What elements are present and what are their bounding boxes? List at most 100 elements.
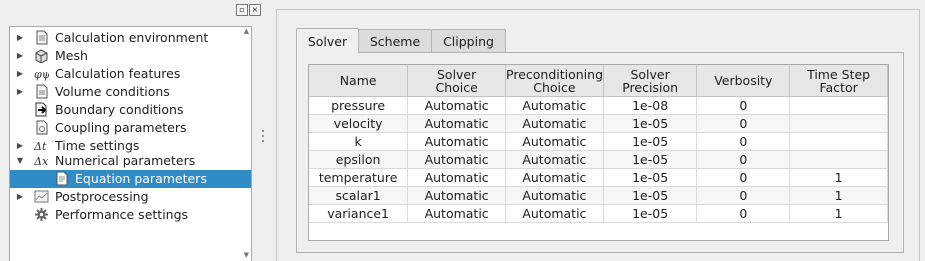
float-dock-icon[interactable]: ▫ [236, 4, 248, 16]
splitter-handle[interactable] [262, 130, 266, 146]
tree-item-performance-settings[interactable]: Performance settings [10, 206, 251, 224]
table-row[interactable]: pressure Automatic Automatic 1e-08 0 [309, 96, 888, 115]
boundary-arrow-icon [34, 102, 49, 117]
chart-icon [34, 189, 49, 204]
table-cell[interactable]: 1e-05 [602, 186, 698, 205]
table-cell[interactable]: 1e-05 [602, 132, 698, 151]
column-header-label: Name [339, 73, 377, 88]
table-cell[interactable]: Automatic [505, 132, 604, 151]
table-cell[interactable]: 0 [696, 186, 791, 205]
table-cell[interactable] [789, 96, 888, 115]
table-cell[interactable]: 0 [696, 150, 791, 169]
table-cell[interactable]: Automatic [505, 186, 604, 205]
table-cell[interactable]: Automatic [505, 204, 604, 223]
variable-name-cell: variance1 [309, 204, 409, 223]
table-cell[interactable]: Automatic [505, 96, 604, 115]
variable-name-cell: scalar1 [309, 186, 409, 205]
expand-arrow-icon[interactable]: ▶ [14, 83, 26, 101]
column-header-label: Time Step [807, 66, 871, 82]
tree-scrollbar[interactable]: ▲ ▼ [241, 27, 251, 261]
column-header[interactable]: Time Step Factor [789, 65, 888, 97]
tree-item-label: Calculation environment [55, 30, 209, 45]
table-cell[interactable]: Automatic [505, 168, 604, 187]
variable-name-cell: temperature [309, 168, 409, 187]
table-cell[interactable] [789, 150, 888, 169]
column-header-label: Choice [435, 79, 478, 95]
table-row[interactable]: k Automatic Automatic 1e-05 0 [309, 132, 888, 151]
column-header[interactable]: Name [309, 65, 409, 97]
gear-icon [34, 207, 49, 222]
table-cell[interactable]: 1e-05 [602, 150, 698, 169]
tree-item-calculation-environment[interactable]: ▶ Calculation environment [10, 29, 251, 47]
tree-item-postprocessing[interactable]: ▶ Postprocessing [10, 188, 251, 206]
svg-text:Δx: Δx [34, 155, 49, 168]
tree-item-volume-conditions[interactable]: ▶ Volume conditions [10, 83, 251, 101]
column-header-label: Precision [622, 79, 679, 95]
table-cell[interactable]: 0 [696, 204, 791, 223]
tree-item-boundary-conditions[interactable]: Boundary conditions [10, 101, 251, 119]
tree-item-label: Equation parameters [75, 171, 207, 186]
table-cell[interactable]: 0 [696, 114, 791, 133]
table-row[interactable]: epsilon Automatic Automatic 1e-05 0 [309, 150, 888, 169]
coupling-document-icon [34, 120, 49, 135]
expand-arrow-icon[interactable]: ▶ [14, 47, 26, 65]
table-cell[interactable] [789, 114, 888, 133]
table-cell[interactable]: 1 [789, 204, 888, 223]
tab-clipping[interactable]: Clipping [431, 29, 506, 52]
solver-tab-panel: Name Solver Choice Preconditioning Choice Sol… [296, 52, 904, 253]
expand-arrow-icon[interactable]: ▶ [14, 188, 26, 206]
table-cell[interactable]: 0 [696, 132, 791, 151]
mesh-cube-icon [34, 48, 49, 64]
column-header[interactable]: Solver Choice [407, 65, 507, 97]
table-cell[interactable]: 0 [696, 168, 791, 187]
table-cell[interactable]: Automatic [407, 114, 507, 133]
tree-item-label: Coupling parameters [55, 120, 187, 135]
volume-document-icon [34, 84, 49, 99]
column-header[interactable]: Verbosity [696, 65, 791, 97]
column-header[interactable]: Solver Precision [602, 65, 698, 97]
column-header-label: Solver [436, 66, 477, 82]
tab-solver[interactable]: Solver [296, 28, 359, 53]
table-cell[interactable]: 1e-05 [602, 168, 698, 187]
tree-item-calculation-features[interactable]: ▶ φψ Calculation features [10, 65, 251, 83]
phi-psi-icon: φψ [34, 66, 51, 81]
table-cell[interactable]: Automatic [407, 168, 507, 187]
solver-table: Name Solver Choice Preconditioning Choice Sol… [308, 64, 889, 241]
tree-item-coupling-parameters[interactable]: Coupling parameters [10, 119, 251, 137]
column-header-label: Factor [819, 79, 858, 95]
expand-arrow-icon[interactable]: ▶ [14, 29, 26, 47]
table-cell[interactable]: Automatic [407, 204, 507, 223]
table-cell[interactable]: 0 [696, 96, 791, 115]
scroll-down-icon[interactable]: ▼ [244, 251, 249, 259]
tree-item-equation-parameters[interactable]: Equation parameters [10, 170, 251, 188]
close-dock-icon[interactable]: × [249, 4, 261, 16]
column-header[interactable]: Preconditioning Choice [505, 65, 604, 97]
collapse-arrow-icon[interactable]: ▼ [14, 152, 26, 170]
table-row[interactable]: temperature Automatic Automatic 1e-05 0 1 [309, 168, 888, 187]
table-cell[interactable]: Automatic [505, 150, 604, 169]
navigation-tree: ▶ Calculation environment ▶ Mesh ▶ φψ Calculat… [9, 26, 252, 261]
table-cell[interactable]: Automatic [407, 96, 507, 115]
table-cell[interactable] [789, 132, 888, 151]
table-cell[interactable]: 1e-08 [602, 96, 698, 115]
table-row[interactable]: variance1 Automatic Automatic 1e-05 0 1 [309, 204, 888, 223]
table-cell[interactable]: Automatic [505, 114, 604, 133]
tree-item-label: Calculation features [55, 66, 181, 81]
table-cell[interactable]: 1 [789, 186, 888, 205]
tree-item-mesh[interactable]: ▶ Mesh [10, 47, 251, 65]
table-row[interactable]: velocity Automatic Automatic 1e-05 0 [309, 114, 888, 133]
table-cell[interactable]: 1 [789, 168, 888, 187]
variable-name-cell: k [309, 132, 409, 151]
delta-t-icon: Δt [33, 138, 49, 153]
table-cell[interactable]: Automatic [407, 186, 507, 205]
table-cell[interactable]: Automatic [407, 132, 507, 151]
table-cell[interactable]: 1e-05 [602, 114, 698, 133]
table-row[interactable]: scalar1 Automatic Automatic 1e-05 0 1 [309, 186, 888, 205]
tab-scheme[interactable]: Scheme [358, 29, 432, 52]
scroll-up-icon[interactable]: ▲ [244, 27, 249, 35]
table-cell[interactable]: 1e-05 [602, 204, 698, 223]
folder-document-icon [34, 30, 49, 45]
expand-arrow-icon[interactable]: ▶ [14, 65, 26, 83]
tree-item-numerical-parameters[interactable]: ▼ Δx Numerical parameters [10, 152, 251, 170]
table-cell[interactable]: Automatic [407, 150, 507, 169]
